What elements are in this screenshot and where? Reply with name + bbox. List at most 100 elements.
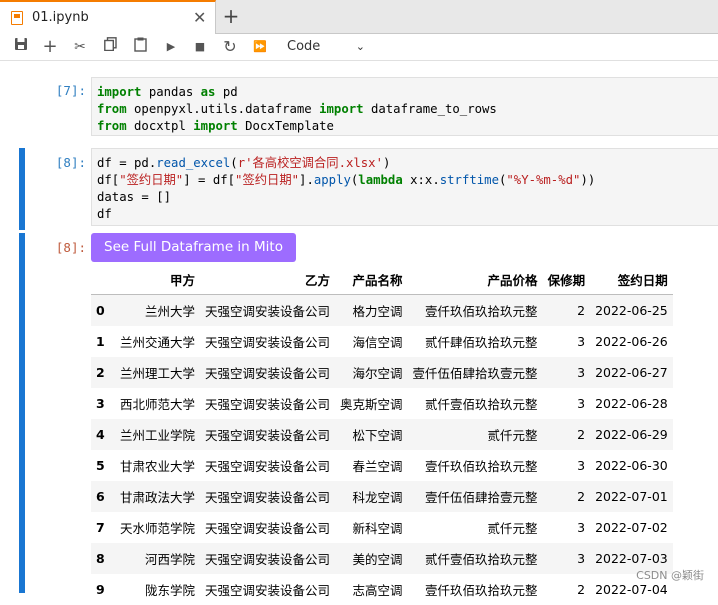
table-row: 4 兰州工业学院 天强空调安装设备公司 松下空调 贰仟元整 2 2022-06-29 — [91, 419, 673, 450]
table-cell: 3 — [577, 458, 586, 473]
row-index: 9 — [96, 582, 105, 597]
table-cell: 天强空调安装设备公司 — [205, 304, 331, 319]
run-icon[interactable]: ▶ — [161, 37, 181, 57]
table-row: 8 河西学院 天强空调安装设备公司 美的空调 贰仟壹佰玖拾玖元整 3 2022-07-03 — [91, 543, 673, 574]
column-header: 产品价格 — [407, 264, 543, 295]
table-cell: 2022-07-01 — [595, 489, 668, 504]
insert-cell-icon[interactable]: + — [40, 37, 60, 57]
code-token: import — [193, 119, 238, 133]
table-cell: 天强空调安装设备公司 — [205, 397, 331, 412]
table-cell: 贰仟壹佰玖拾玖元整 — [425, 552, 538, 567]
row-index: 8 — [96, 551, 105, 566]
column-header: 乙方 — [200, 264, 336, 295]
table-cell: 2 — [577, 427, 586, 442]
table-cell: 天强空调安装设备公司 — [205, 335, 331, 350]
new-tab-button[interactable]: + — [220, 4, 242, 28]
copy-icon[interactable] — [100, 37, 120, 57]
table-cell: 天强空调安装设备公司 — [205, 583, 331, 598]
code-token: import — [97, 85, 142, 99]
restart-icon[interactable]: ↻ — [220, 37, 240, 57]
notebook-toolbar: + ✂ ▶ ■ ↻ ⏩ Code ⌄ — [0, 34, 718, 61]
row-index: 3 — [96, 396, 105, 411]
row-index: 5 — [96, 458, 105, 473]
code-token: df — [97, 207, 112, 221]
row-index: 2 — [96, 365, 105, 380]
code-token: from — [97, 119, 127, 133]
table-cell: 3 — [577, 334, 586, 349]
table-cell: 春兰空调 — [352, 459, 403, 474]
table-cell: 甘肃政法大学 — [120, 490, 196, 505]
table-row: 9 陇东学院 天强空调安装设备公司 志高空调 壹仟玖佰玖拾玖元整 2 2022-07-04 — [91, 574, 673, 605]
table-cell: 2022-06-30 — [595, 458, 668, 473]
code-token: r'各高校空调合同.xlsx' — [237, 156, 383, 170]
table-cell: 壹仟玖佰玖拾玖元整 — [425, 304, 538, 319]
table-cell: 2 — [577, 582, 586, 597]
table-cell: 奥克斯空调 — [340, 397, 403, 412]
table-cell: 天强空调安装设备公司 — [205, 552, 331, 567]
table-cell: 贰仟元整 — [487, 428, 538, 443]
table-cell: 兰州理工大学 — [120, 366, 196, 381]
watermark: CSDN @颖街 — [636, 569, 704, 582]
table-cell: 格力空调 — [352, 304, 403, 319]
table-cell: 2022-06-29 — [595, 427, 668, 442]
table-cell: 2022-06-28 — [595, 396, 668, 411]
table-cell: 贰仟壹佰玖拾玖元整 — [425, 397, 538, 412]
cell-prompt-1: [7]: — [55, 83, 86, 98]
table-cell: 壹仟玖佰玖拾玖元整 — [425, 583, 538, 598]
column-header: 甲方 — [115, 264, 201, 295]
mito-button[interactable]: See Full Dataframe in Mito — [91, 233, 296, 262]
table-cell: 3 — [577, 551, 586, 566]
code-token: ) — [383, 156, 391, 170]
row-index: 0 — [96, 303, 105, 318]
table-cell: 天强空调安装设备公司 — [205, 521, 331, 536]
code-token: ( — [230, 156, 238, 170]
table-row: 7 天水师范学院 天强空调安装设备公司 新科空调 贰仟元整 3 2022-07-02 — [91, 512, 673, 543]
active-cell-indicator — [19, 148, 25, 230]
code-token: )) — [580, 173, 596, 187]
code-token: import — [319, 102, 364, 116]
code-token: strftime — [439, 173, 499, 187]
code-token: x:x. — [402, 173, 440, 187]
table-cell: 海信空调 — [352, 335, 403, 350]
table-cell: 3 — [577, 520, 586, 535]
tab-title: 01.ipynb — [32, 10, 89, 25]
table-cell: 天水师范学院 — [120, 521, 196, 536]
close-icon[interactable]: ✕ — [193, 8, 206, 27]
table-row: 2 兰州理工大学 天强空调安装设备公司 海尔空调 壹仟伍佰肆拾玖壹元整 3 2022-06-… — [91, 357, 673, 388]
code-cell-2[interactable]: df = pd.read_excel(r'各高校空调合同.xlsx') df["… — [91, 148, 718, 226]
table-cell: 兰州大学 — [145, 304, 196, 319]
code-token: docxtpl — [126, 119, 194, 133]
cell-type-value: Code — [287, 39, 321, 54]
run-all-icon[interactable]: ⏩ — [250, 37, 270, 57]
table-row: 6 甘肃政法大学 天强空调安装设备公司 科龙空调 壹仟伍佰肆拾壹元整 2 2022-07-0… — [91, 481, 673, 512]
code-cell-1[interactable]: import pandas as pd from openpyxl.utils.… — [91, 77, 718, 136]
table-row: 0 兰州大学 天强空调安装设备公司 格力空调 壹仟玖佰玖拾玖元整 2 2022-06-25 — [91, 294, 673, 326]
code-token: dataframe_to_rows — [363, 102, 497, 116]
cut-icon[interactable]: ✂ — [70, 37, 90, 57]
output-prompt: [8]: — [55, 240, 86, 255]
table-cell: 兰州交通大学 — [120, 335, 196, 350]
code-token: from — [97, 102, 127, 116]
table-header-row: 甲方 乙方 产品名称 产品价格 保修期 签约日期 — [91, 264, 673, 295]
code-token: pd — [215, 85, 238, 99]
notebook-tab[interactable]: 01.ipynb ✕ — [0, 0, 216, 34]
dataframe-table: 甲方 乙方 产品名称 产品价格 保修期 签约日期 0 兰州大学 天强空调安装设备公司… — [91, 264, 673, 605]
stop-icon[interactable]: ■ — [190, 37, 210, 57]
notebook-icon — [11, 11, 23, 25]
cell-type-select[interactable]: Code ⌄ — [284, 37, 369, 57]
code-token: "签约日期" — [235, 173, 300, 187]
code-token: ] = df[ — [183, 173, 236, 187]
table-cell: 天强空调安装设备公司 — [205, 490, 331, 505]
code-token: df[ — [97, 173, 120, 187]
row-index: 7 — [96, 520, 105, 535]
save-icon[interactable] — [11, 37, 31, 57]
code-token: openpyxl.utils.dataframe — [126, 102, 320, 116]
table-cell: 天强空调安装设备公司 — [205, 428, 331, 443]
table-cell: 2 — [577, 303, 586, 318]
code-token: "签约日期" — [119, 173, 184, 187]
code-token: as — [200, 85, 216, 99]
table-cell: 海尔空调 — [352, 366, 403, 381]
column-header: 产品名称 — [335, 264, 408, 295]
paste-icon[interactable] — [130, 37, 150, 57]
row-index: 4 — [96, 427, 105, 442]
